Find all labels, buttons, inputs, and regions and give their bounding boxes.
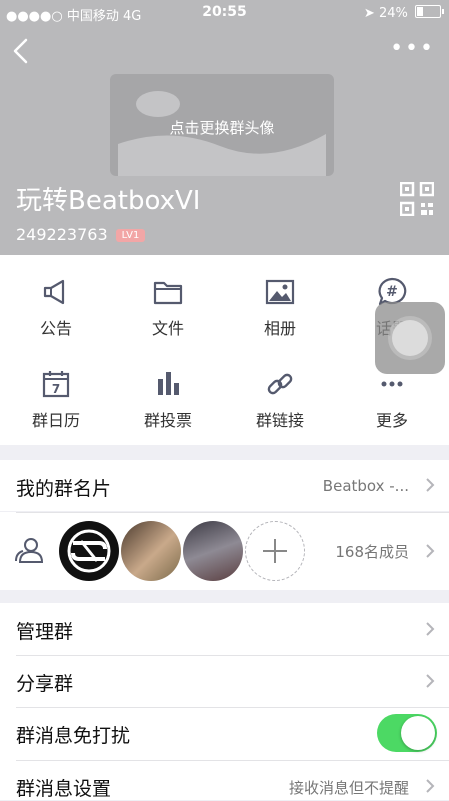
action-link[interactable]: 群链接 bbox=[224, 369, 336, 431]
settings-message-row[interactable]: 群消息设置 接收消息但不提醒 bbox=[0, 760, 449, 800]
action-label: 群链接 bbox=[255, 411, 304, 430]
calendar-icon: 7 bbox=[42, 371, 70, 398]
group-card-value: Beatbox -... bbox=[322, 477, 409, 495]
photo-album-icon bbox=[265, 279, 295, 305]
settings-value: 接收消息但不提醒 bbox=[288, 779, 409, 797]
plus-icon bbox=[263, 539, 287, 563]
location-icon: ➤ bbox=[363, 6, 375, 21]
action-label: 群日历 bbox=[31, 411, 80, 430]
members-icon bbox=[15, 538, 44, 563]
divider bbox=[16, 512, 449, 513]
action-label: 文件 bbox=[151, 319, 184, 338]
group-card-label: 我的群名片 bbox=[16, 478, 112, 500]
member-avatar-2[interactable] bbox=[121, 521, 181, 581]
divider bbox=[16, 760, 449, 761]
settings-label: 群消息设置 bbox=[16, 778, 112, 800]
action-label: 更多 bbox=[375, 411, 408, 430]
chevron-right-icon bbox=[426, 622, 435, 636]
action-label: 公告 bbox=[39, 319, 72, 338]
status-right: ➤ 24% bbox=[363, 5, 444, 21]
action-announcement[interactable]: 公告 bbox=[0, 277, 112, 339]
divider bbox=[16, 707, 449, 708]
action-more[interactable]: 更多 bbox=[336, 369, 448, 431]
svg-text:#: # bbox=[386, 284, 398, 300]
battery-percent: 24% bbox=[378, 6, 408, 21]
group-name: 玩转BeatboxVI bbox=[16, 186, 201, 216]
settings-label: 群消息免打扰 bbox=[16, 725, 131, 747]
status-bar: ●●●●○ 中国移动 4G 20:55 ➤ 24% bbox=[0, 0, 449, 26]
group-avatar-placeholder[interactable]: 点击更换群头像 bbox=[110, 74, 334, 176]
settings-label: 管理群 bbox=[16, 621, 74, 643]
action-calendar[interactable]: 7 群日历 bbox=[0, 369, 112, 431]
more-options-icon[interactable]: ••• bbox=[390, 38, 435, 60]
divider bbox=[16, 655, 449, 656]
my-group-card-row[interactable]: 我的群名片 Beatbox -... bbox=[0, 460, 449, 511]
action-files[interactable]: 文件 bbox=[112, 277, 224, 339]
settings-manage-row[interactable]: 管理群 bbox=[0, 603, 449, 655]
megaphone-icon bbox=[43, 279, 65, 305]
avatar-change-hint: 点击更换群头像 bbox=[169, 119, 275, 137]
qr-code-icon[interactable] bbox=[400, 182, 434, 216]
level-badge: LV1 bbox=[115, 229, 146, 242]
action-label: 相册 bbox=[263, 319, 296, 338]
group-id-line: 249223763 LV1 bbox=[16, 225, 146, 244]
vote-bars-icon bbox=[158, 372, 179, 395]
chevron-right-icon bbox=[426, 779, 435, 793]
member-avatar-1[interactable] bbox=[59, 521, 119, 581]
back-icon[interactable] bbox=[8, 36, 38, 66]
settings-share-row[interactable]: 分享群 bbox=[0, 655, 449, 707]
folder-icon bbox=[153, 281, 183, 305]
group-header: ●●●●○ 中国移动 4G 20:55 ➤ 24% ••• 点击更换群头像 玩转… bbox=[0, 0, 449, 255]
group-id: 249223763 bbox=[16, 225, 108, 244]
settings-label: 分享群 bbox=[16, 673, 74, 695]
assistive-touch-button[interactable] bbox=[375, 302, 445, 374]
link-icon bbox=[267, 373, 293, 395]
member-count: 168名成员 bbox=[335, 543, 409, 561]
action-label: 群投票 bbox=[143, 411, 192, 430]
member-logo-icon bbox=[67, 529, 111, 573]
action-vote[interactable]: 群投票 bbox=[112, 369, 224, 431]
action-album[interactable]: 相册 bbox=[224, 277, 336, 339]
member-avatar-3[interactable] bbox=[183, 521, 243, 581]
chevron-right-icon bbox=[426, 478, 435, 492]
chevron-right-icon bbox=[426, 674, 435, 688]
calendar-day: 7 bbox=[52, 382, 60, 396]
battery-icon bbox=[415, 5, 444, 18]
chevron-right-icon bbox=[426, 544, 435, 558]
add-member-button[interactable] bbox=[245, 521, 305, 581]
do-not-disturb-toggle[interactable] bbox=[377, 714, 437, 752]
